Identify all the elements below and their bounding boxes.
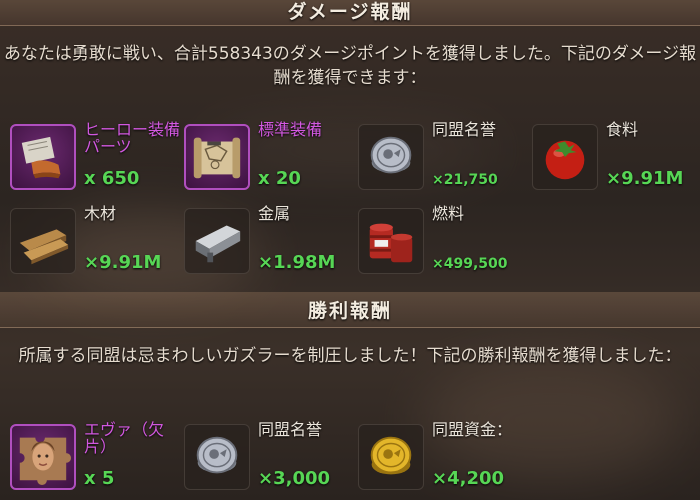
alliance-honor-coin-icon — [358, 124, 424, 190]
reward-amount: ×499,500 — [432, 256, 508, 272]
reward-name: 同盟名誉 — [258, 420, 323, 439]
reward-item-food[interactable]: 食料 ×9.91M — [532, 120, 700, 194]
reward-amount: ×1.98M — [258, 252, 336, 273]
eva-hero-fragment-icon — [10, 424, 76, 490]
reward-name: 同盟名誉 — [432, 120, 497, 139]
reward-item-hero-equipment-parts[interactable]: ヒーロー装備パーツ x 650 — [10, 121, 180, 194]
victory-reward-header: 勝利報酬 — [0, 292, 700, 328]
reward-amount: ×9.91M — [84, 252, 162, 273]
reward-item-alliance-funds[interactable]: 同盟資金： ×4,200 — [358, 421, 528, 494]
reward-name: 同盟資金： — [432, 420, 513, 439]
reward-amount: ×3,000 — [258, 468, 331, 489]
wood-planks-icon — [10, 208, 76, 274]
reward-name: 金属 — [258, 204, 291, 223]
reward-item-alliance-honor[interactable]: 同盟名誉 ×21,750 — [358, 121, 528, 194]
reward-item-wood[interactable]: 木材 ×9.91M — [10, 205, 180, 278]
damage-reward-description: あなたは勇敢に戦い、合計558343のダメージポイントを獲得しました。下記のダメ… — [3, 44, 697, 88]
victory-reward-description: 所属する同盟は忌まわしいガズラーを制圧しました！下記の勝利報酬を獲得しました： — [18, 346, 682, 366]
reward-amount: ×21,750 — [432, 172, 498, 188]
hero-equipment-parts-icon — [10, 124, 76, 190]
fuel-barrels-icon — [358, 208, 424, 274]
reward-item-metal[interactable]: 金属 ×1.98M — [184, 205, 354, 278]
reward-name: 食料 — [606, 120, 639, 139]
reward-name: 燃料 — [432, 204, 465, 223]
reward-amount: x 5 — [84, 468, 115, 489]
alliance-funds-coin-icon — [358, 424, 424, 490]
reward-item-fuel[interactable]: 燃料 ×499,500 — [358, 205, 528, 278]
reward-name: 標準装備 — [258, 120, 323, 139]
reward-amount: ×9.91M — [606, 168, 684, 189]
reward-item-standard-equipment[interactable]: 標準装備 x 20 — [184, 121, 354, 194]
reward-name: エヴァ（欠片） — [84, 420, 165, 456]
reward-amount: ×4,200 — [432, 468, 505, 489]
reward-item-alliance-honor[interactable]: 同盟名誉 ×3,000 — [184, 421, 354, 494]
reward-amount: x 650 — [84, 168, 140, 189]
reward-item-eva-fragment[interactable]: エヴァ（欠片） x 5 — [10, 421, 180, 494]
reward-amount: x 20 — [258, 168, 301, 189]
reward-name: ヒーロー装備パーツ — [84, 120, 181, 156]
tomato-food-icon — [532, 124, 598, 190]
reward-name: 木材 — [84, 204, 117, 223]
damage-reward-header: ダメージ報酬 — [0, 0, 700, 26]
alliance-honor-coin-icon — [184, 424, 250, 490]
damage-reward-title: ダメージ報酬 — [287, 1, 413, 23]
metal-ingot-icon — [184, 208, 250, 274]
standard-equipment-blueprint-icon — [184, 124, 250, 190]
victory-reward-title: 勝利報酬 — [307, 300, 392, 322]
